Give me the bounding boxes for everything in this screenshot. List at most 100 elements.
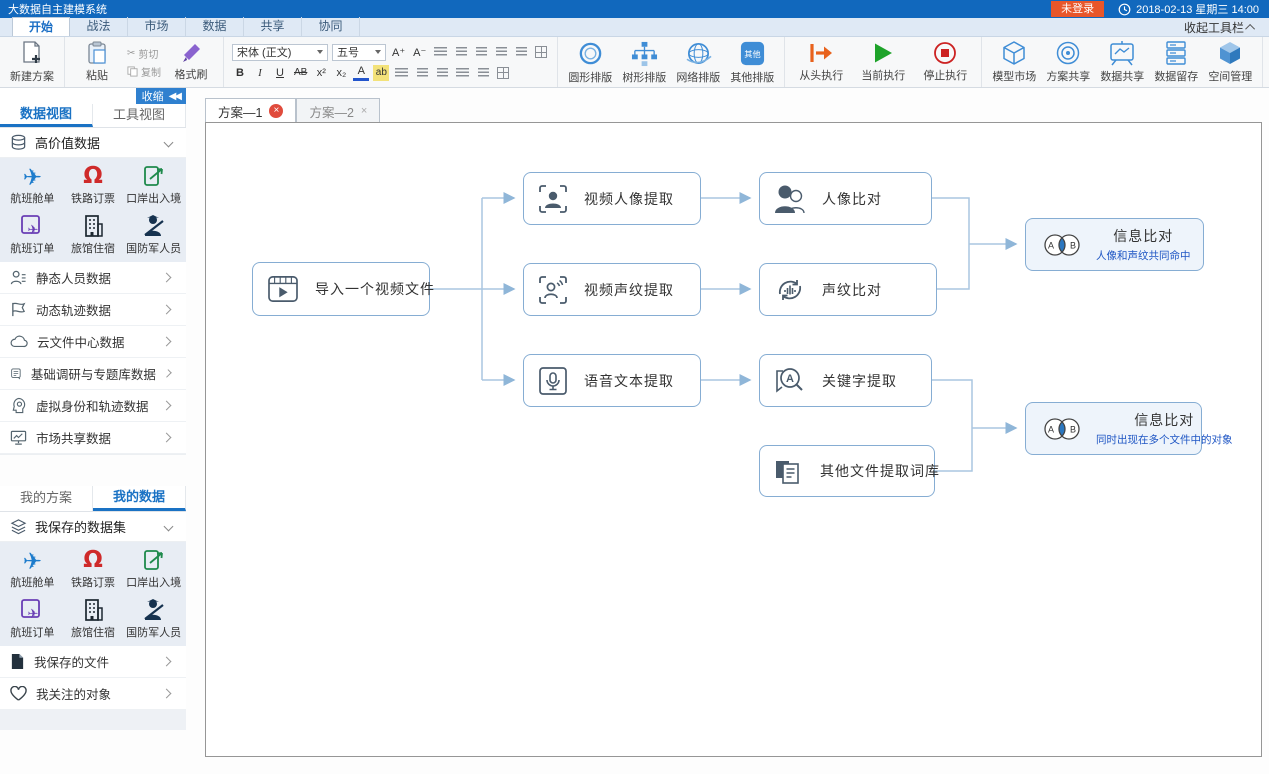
align-left-button[interactable] [393, 65, 410, 81]
menu-tab-tactics[interactable]: 战法 [70, 17, 128, 36]
dataset-flight-manifest[interactable]: ✈ 航班舱单 [2, 546, 63, 590]
dataset-border-entry[interactable]: 口岸出入境 [123, 546, 184, 590]
plan-share-button[interactable]: 方案共享 [1044, 39, 1092, 85]
dataset-military-personnel[interactable]: 国防军人员 [123, 212, 184, 256]
node-keyword-extract[interactable]: A 关键字提取 [759, 354, 932, 407]
align-center-button[interactable] [414, 65, 430, 81]
sort-button[interactable] [513, 44, 529, 60]
bullet-list-button[interactable] [432, 44, 449, 60]
network-layout-button[interactable]: 网络排版 [674, 39, 722, 85]
superscript-button[interactable]: x² [313, 65, 329, 81]
highlight-button[interactable]: ab [373, 65, 389, 81]
node-face-compare[interactable]: 人像比对 [759, 172, 932, 225]
menu-tab-share[interactable]: 共享 [244, 17, 302, 36]
other-layout-button[interactable]: 其他 其他排版 [728, 39, 776, 85]
ribbon-toolbar: 新建方案 粘贴 ✂ 剪切 复制 [0, 37, 1269, 88]
indent-increase-button[interactable] [493, 44, 509, 60]
category-market-shared[interactable]: 市场共享数据 [0, 422, 186, 454]
align-left-icon [395, 68, 408, 78]
menu-tab-market[interactable]: 市场 [128, 17, 186, 36]
data-retention-button[interactable]: 数据留存 [1152, 39, 1200, 85]
close-tab-icon[interactable]: × [361, 105, 367, 117]
numbered-list-button[interactable] [453, 44, 469, 60]
cut-button[interactable]: ✂ 剪切 [127, 46, 161, 61]
node-info-compare-1[interactable]: A B 信息比对 人像和声纹共同命中 [1025, 218, 1204, 271]
font-color-button[interactable]: A [353, 65, 369, 81]
indent-decrease-button[interactable] [473, 44, 489, 60]
run-current-button[interactable]: 当前执行 [855, 39, 911, 85]
my-saved-files[interactable]: 我保存的文件 [0, 646, 186, 678]
justify-button[interactable] [454, 65, 471, 81]
tab-my-data[interactable]: 我的数据 [93, 486, 186, 511]
svg-text:B: B [1070, 424, 1076, 434]
close-tab-icon[interactable]: × [269, 104, 283, 118]
diagram-canvas[interactable]: 导入一个视频文件 视频人像提取 [205, 122, 1262, 757]
dataset-border-entry[interactable]: 口岸出入境 [123, 162, 184, 206]
paste-button[interactable]: 粘贴 [73, 39, 121, 85]
menu-tab-collab[interactable]: 协同 [302, 17, 360, 36]
section-saved-datasets[interactable]: 我保存的数据集 [0, 512, 186, 542]
category-cloud-files[interactable]: 云文件中心数据 [0, 326, 186, 358]
category-virtual-identity[interactable]: 虚拟身份和轨迹数据 [0, 390, 186, 422]
menu-tab-start[interactable]: 开始 [12, 17, 70, 36]
shading-button[interactable] [495, 65, 511, 81]
strikethrough-button[interactable]: AB [292, 65, 309, 81]
layers-icon [10, 518, 27, 535]
model-market-button[interactable]: 模型市场 [990, 39, 1038, 85]
font-size-select[interactable]: 五号 [332, 44, 386, 61]
space-management-button[interactable]: 空间管理 [1206, 39, 1254, 85]
login-status-badge[interactable]: 未登录 [1051, 1, 1104, 17]
category-research-library[interactable]: 基础调研与专题库数据 [0, 358, 186, 390]
dataset-flight-order[interactable]: ✈ 航班订单 [2, 596, 63, 640]
dataset-flight-manifest[interactable]: ✈ 航班舱单 [2, 162, 63, 206]
node-video-face-extract[interactable]: 视频人像提取 [523, 172, 701, 225]
align-right-button[interactable] [434, 65, 450, 81]
font-name-select[interactable]: 宋体 (正文) [232, 44, 328, 61]
collapse-toolbar-button[interactable]: 收起工具栏 [1184, 19, 1269, 36]
chevron-right-icon [162, 433, 172, 443]
italic-button[interactable]: I [252, 65, 268, 81]
tab-tool-view[interactable]: 工具视图 [93, 104, 186, 127]
table-button[interactable] [533, 44, 549, 60]
run-from-start-button[interactable]: 从头执行 [793, 39, 849, 85]
bold-button[interactable]: B [232, 65, 248, 81]
category-static-personnel[interactable]: 静态人员数据 [0, 262, 186, 294]
copy-button[interactable]: 复制 [127, 64, 161, 79]
stop-run-button[interactable]: 停止执行 [917, 39, 973, 85]
dataset-hotel-stay[interactable]: 旅馆住宿 [63, 596, 124, 640]
category-dynamic-track[interactable]: 动态轨迹数据 [0, 294, 186, 326]
section-high-value-data[interactable]: 高价值数据 [0, 128, 186, 158]
menu-tab-data[interactable]: 数据 [186, 17, 244, 36]
node-voiceprint-compare[interactable]: 声纹比对 [759, 263, 937, 316]
underline-button[interactable]: U [272, 65, 288, 81]
dataset-military-personnel[interactable]: 国防军人员 [123, 596, 184, 640]
tree-layout-button[interactable]: 树形排版 [620, 39, 668, 85]
circle-layout-button[interactable]: 圆形排版 [566, 39, 614, 85]
plan-tab-2[interactable]: 方案—2 × [296, 98, 380, 123]
new-plan-button[interactable]: 新建方案 [8, 39, 56, 85]
node-video-voiceprint-extract[interactable]: 视频声纹提取 [523, 263, 701, 316]
sidebar-gap [0, 454, 186, 486]
hotel-building-icon [82, 212, 104, 238]
keyword-search-icon: A [774, 366, 806, 396]
format-painter-button[interactable]: 格式刷 [167, 39, 215, 85]
group-market: 模型市场 方案共享 数据共享 [982, 37, 1263, 87]
data-share-button[interactable]: 数据共享 [1098, 39, 1146, 85]
my-followed-objects[interactable]: 我关注的对象 [0, 678, 186, 710]
node-speech-text-extract[interactable]: 语音文本提取 [523, 354, 701, 407]
dataset-railway-ticket[interactable]: Ω 铁路订票 [63, 546, 124, 590]
dataset-railway-ticket[interactable]: Ω 铁路订票 [63, 162, 124, 206]
plan-tab-1[interactable]: 方案—1 × [205, 98, 296, 123]
shrink-font-button[interactable]: A⁻ [411, 44, 428, 60]
grow-font-button[interactable]: A⁺ [390, 44, 407, 60]
line-spacing-button[interactable] [475, 65, 491, 81]
sidebar-collapse-button[interactable]: 收缩 ◀◀ [136, 88, 186, 104]
dataset-flight-order[interactable]: ✈ 航班订单 [2, 212, 63, 256]
dataset-hotel-stay[interactable]: 旅馆住宿 [63, 212, 124, 256]
subscript-button[interactable]: x₂ [333, 65, 349, 81]
node-other-files-lexicon[interactable]: 其他文件提取词库 [759, 445, 935, 497]
tab-my-plans[interactable]: 我的方案 [0, 486, 93, 511]
tab-data-view[interactable]: 数据视图 [0, 104, 93, 127]
node-import-video[interactable]: 导入一个视频文件 [252, 262, 430, 316]
node-info-compare-2[interactable]: A B 信息比对 同时出现在多个文件中的对象 [1025, 402, 1202, 455]
